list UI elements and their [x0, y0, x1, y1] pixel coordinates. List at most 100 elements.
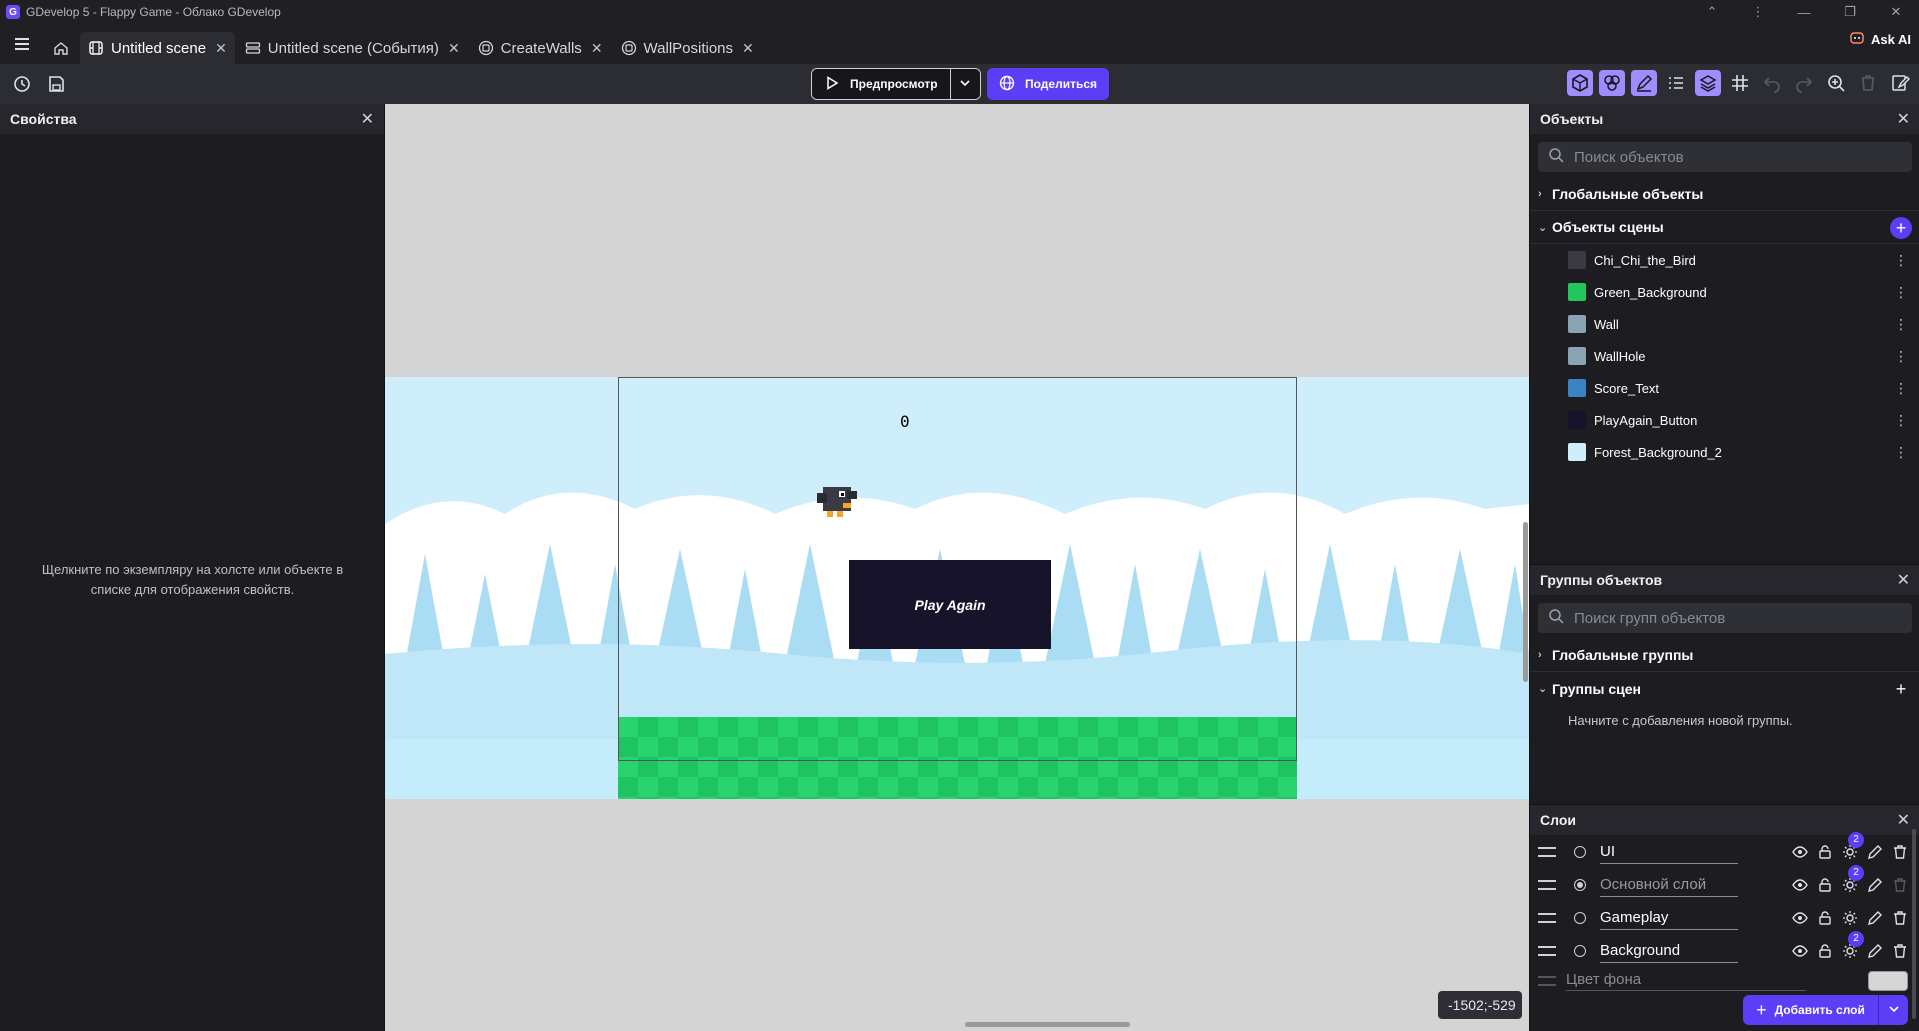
drag-handle-icon[interactable]: [1538, 846, 1556, 857]
preview-options-button[interactable]: [949, 69, 980, 99]
effects-icon[interactable]: 2: [1842, 831, 1864, 860]
maximize-button[interactable]: ❐: [1827, 0, 1873, 24]
edit-layer-icon[interactable]: [1867, 910, 1883, 926]
horizontal-scrollbar[interactable]: [965, 1022, 1130, 1027]
object-list-item[interactable]: Green_Background ⋮: [1530, 276, 1919, 308]
visibility-eye-icon[interactable]: [1792, 877, 1808, 893]
trash-icon[interactable]: [1855, 70, 1881, 96]
edit-layer-icon[interactable]: [1867, 844, 1883, 860]
layer-select-radio[interactable]: [1574, 944, 1586, 957]
close-icon[interactable]: ✕: [1897, 109, 1910, 129]
drag-handle-icon[interactable]: [1538, 945, 1556, 956]
layer-select-radio[interactable]: [1574, 911, 1586, 924]
grid-icon[interactable]: [1727, 70, 1753, 96]
effects-icon[interactable]: 2: [1842, 864, 1864, 893]
lock-icon[interactable]: [1817, 877, 1833, 893]
add-group-button[interactable]: +: [1890, 678, 1912, 700]
minimize-button[interactable]: —: [1781, 0, 1827, 24]
history-icon[interactable]: [10, 72, 34, 96]
tab-createwalls[interactable]: CreateWalls ✕: [470, 32, 611, 64]
tab-untitled-scene-events[interactable]: Untitled scene (События) ✕: [237, 32, 468, 64]
properties-toggle-icon[interactable]: [1631, 70, 1657, 96]
layers-toggle-icon[interactable]: [1695, 70, 1721, 96]
save-icon[interactable]: [44, 72, 68, 96]
more-vertical-icon[interactable]: ⋮: [1894, 252, 1908, 269]
add-layer-options-button[interactable]: [1878, 995, 1908, 1025]
play-again-button-instance[interactable]: Play Again: [849, 560, 1051, 649]
close-icon[interactable]: ✕: [1897, 810, 1910, 830]
delete-layer-icon[interactable]: [1892, 943, 1908, 959]
vertical-scrollbar[interactable]: [1523, 522, 1528, 682]
lock-icon[interactable]: [1817, 910, 1833, 926]
objects-search-input[interactable]: Поиск объектов: [1538, 142, 1912, 172]
bird-sprite-icon[interactable]: [813, 479, 861, 521]
visibility-eye-icon[interactable]: [1792, 844, 1808, 860]
effects-icon[interactable]: [1842, 910, 1858, 926]
close-tab-icon[interactable]: ✕: [215, 40, 227, 57]
undo-icon[interactable]: [1759, 70, 1785, 96]
layer-name-field[interactable]: UI: [1600, 840, 1738, 864]
delete-layer-icon[interactable]: [1892, 844, 1908, 860]
layers-scrollbar[interactable]: [1912, 829, 1916, 1019]
scene-objects-section[interactable]: ⌄ Объекты сцены +: [1530, 211, 1919, 244]
more-vertical-icon[interactable]: ⋮: [1894, 444, 1908, 461]
edit-scene-icon[interactable]: [1887, 70, 1913, 96]
more-vertical-icon[interactable]: ⋮: [1894, 316, 1908, 333]
scene-canvas[interactable]: 0 Play Again -1502;-529: [385, 104, 1529, 1031]
global-objects-section[interactable]: › Глобальные объекты: [1530, 178, 1919, 211]
object-list-item[interactable]: Chi_Chi_the_Bird ⋮: [1530, 244, 1919, 276]
close-icon[interactable]: ✕: [361, 109, 374, 129]
tab-wallpositions[interactable]: WallPositions ✕: [613, 32, 762, 64]
object-list-item[interactable]: Wall ⋮: [1530, 308, 1919, 340]
close-icon[interactable]: ✕: [1897, 570, 1910, 590]
object-list-item[interactable]: PlayAgain_Button ⋮: [1530, 404, 1919, 436]
preview-button[interactable]: Предпросмотр: [812, 69, 950, 99]
drag-handle-icon[interactable]: [1538, 879, 1556, 890]
object-groups-toggle-icon[interactable]: [1599, 70, 1625, 96]
chevron-up-icon[interactable]: ⌃: [1689, 0, 1735, 24]
visibility-eye-icon[interactable]: [1792, 943, 1808, 959]
groups-search-input[interactable]: Поиск групп объектов: [1538, 603, 1912, 633]
score-text-instance[interactable]: 0: [900, 412, 910, 431]
add-object-button[interactable]: +: [1890, 217, 1912, 239]
lock-icon[interactable]: [1817, 844, 1833, 860]
instances-list-icon[interactable]: [1663, 70, 1689, 96]
scene-groups-section[interactable]: ⌄ Группы сцен +: [1530, 672, 1919, 705]
tab-untitled-scene[interactable]: Untitled scene ✕: [80, 32, 235, 64]
ask-ai-button[interactable]: Ask AI: [1849, 30, 1911, 49]
layer-name-field[interactable]: Основной слой: [1600, 873, 1738, 897]
background-color-swatch[interactable]: [1868, 971, 1908, 991]
add-layer-button[interactable]: + Добавить слой: [1743, 1000, 1878, 1021]
menu-icon[interactable]: [0, 24, 44, 64]
more-vertical-icon[interactable]: ⋮: [1894, 412, 1908, 429]
layer-select-radio[interactable]: [1574, 878, 1586, 891]
tab-home[interactable]: [44, 32, 78, 64]
close-tab-icon[interactable]: ✕: [448, 40, 460, 57]
objects-panel-toggle-icon[interactable]: [1567, 70, 1593, 96]
close-tab-icon[interactable]: ✕: [742, 40, 754, 57]
more-vertical-icon[interactable]: ⋮: [1735, 0, 1781, 24]
redo-icon[interactable]: [1791, 70, 1817, 96]
close-window-button[interactable]: ✕: [1873, 0, 1919, 24]
object-list-item[interactable]: Forest_Background_2 ⋮: [1530, 436, 1919, 468]
more-vertical-icon[interactable]: ⋮: [1894, 284, 1908, 301]
layer-name-field[interactable]: Gameplay: [1600, 906, 1738, 930]
delete-layer-icon[interactable]: [1892, 877, 1908, 893]
visibility-eye-icon[interactable]: [1792, 910, 1808, 926]
layer-select-radio[interactable]: [1574, 845, 1586, 858]
edit-layer-icon[interactable]: [1867, 877, 1883, 893]
global-groups-section[interactable]: › Глобальные группы: [1530, 639, 1919, 672]
delete-layer-icon[interactable]: [1892, 910, 1908, 926]
drag-handle-icon[interactable]: [1538, 912, 1556, 923]
effects-icon[interactable]: 2: [1842, 930, 1864, 959]
more-vertical-icon[interactable]: ⋮: [1894, 380, 1908, 397]
close-tab-icon[interactable]: ✕: [591, 40, 603, 57]
object-list-item[interactable]: WallHole ⋮: [1530, 340, 1919, 372]
share-button[interactable]: Поделиться: [987, 68, 1109, 100]
edit-layer-icon[interactable]: [1867, 943, 1883, 959]
more-vertical-icon[interactable]: ⋮: [1894, 348, 1908, 365]
zoom-icon[interactable]: [1823, 70, 1849, 96]
layer-name-field[interactable]: Background: [1600, 939, 1738, 963]
object-list-item[interactable]: Score_Text ⋮: [1530, 372, 1919, 404]
lock-icon[interactable]: [1817, 943, 1833, 959]
